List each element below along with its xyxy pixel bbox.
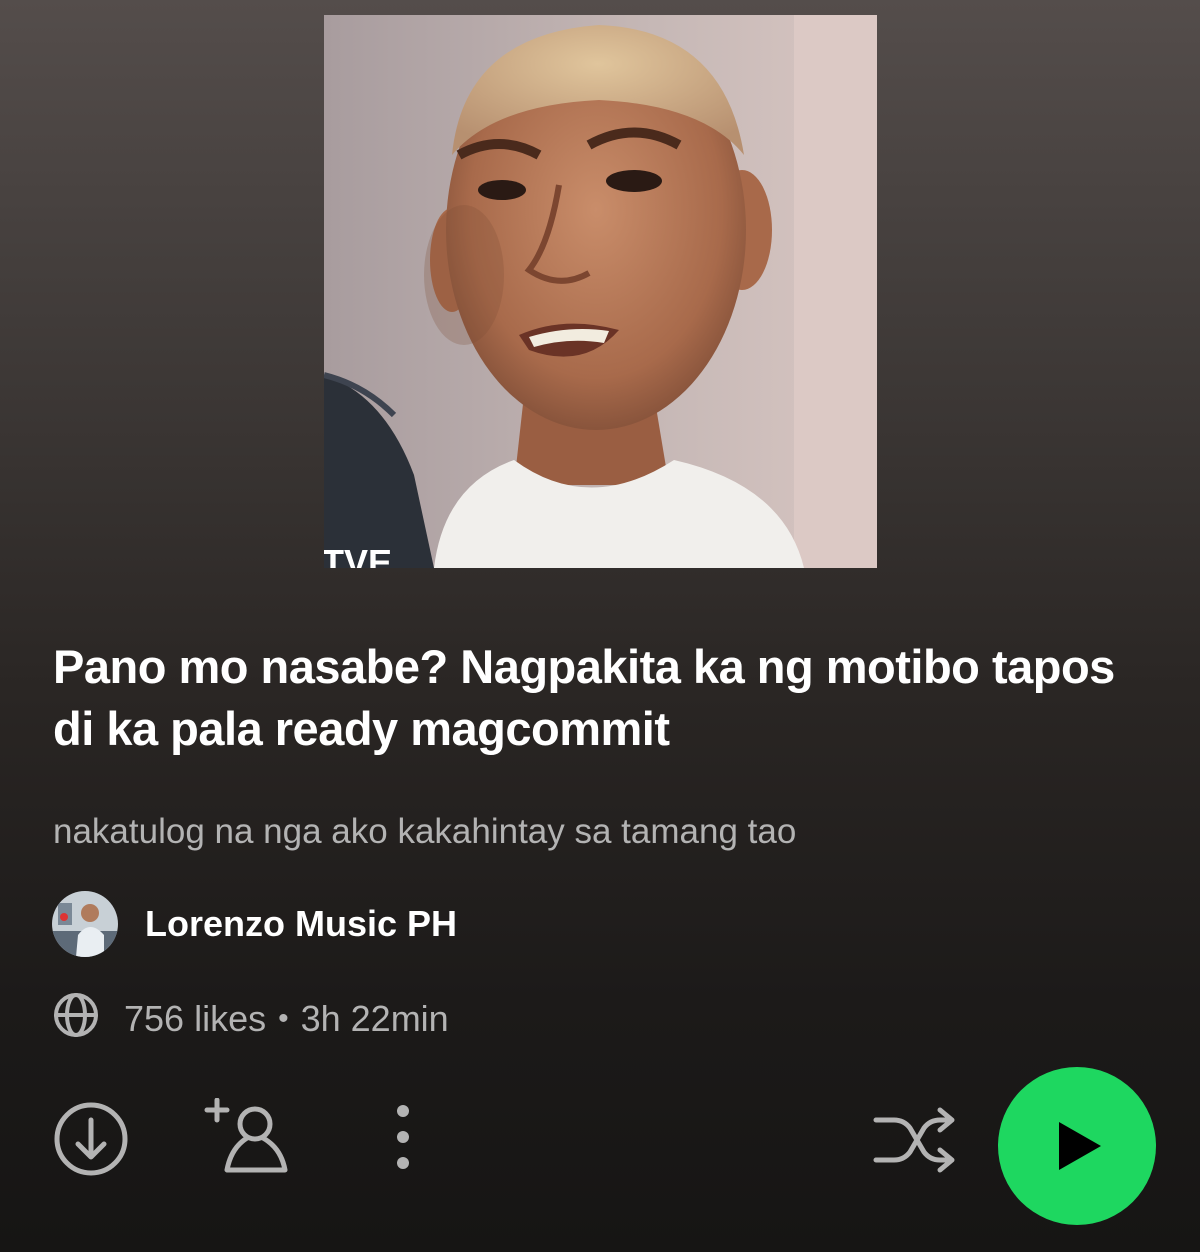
add-user-icon [204, 1098, 288, 1173]
play-icon [1059, 1122, 1101, 1170]
play-button[interactable] [998, 1067, 1156, 1225]
cover-photo: TVE [324, 15, 877, 568]
owner-avatar[interactable] [52, 891, 118, 957]
owner-row[interactable]: Lorenzo Music PH [52, 891, 457, 957]
playlist-cover-image: TVE [324, 15, 877, 568]
shuffle-icon [873, 1107, 955, 1173]
likes-count: 756 likes [124, 998, 267, 1039]
playlist-duration: 3h 22min [300, 998, 449, 1039]
playlist-title: Pano mo nasabe? Nagpakita ka ng motibo t… [53, 640, 1115, 755]
playlist-description: nakatulog na nga ako kakahintay sa taman… [53, 812, 797, 851]
more-options-button[interactable] [383, 1102, 423, 1172]
avatar-image [52, 891, 118, 957]
globe-icon [52, 991, 124, 1048]
owner-name[interactable]: Lorenzo Music PH [145, 903, 457, 945]
playlist-meta: 756 likes • 3h 22min [52, 992, 449, 1044]
cover-watermark-text: TVE [324, 542, 392, 568]
meta-separator: • [278, 1002, 289, 1035]
add-collaborator-button[interactable] [203, 1098, 291, 1174]
download-icon [54, 1102, 128, 1176]
more-options-icon [397, 1105, 409, 1169]
shuffle-button[interactable] [872, 1106, 958, 1174]
download-button[interactable] [52, 1100, 130, 1178]
